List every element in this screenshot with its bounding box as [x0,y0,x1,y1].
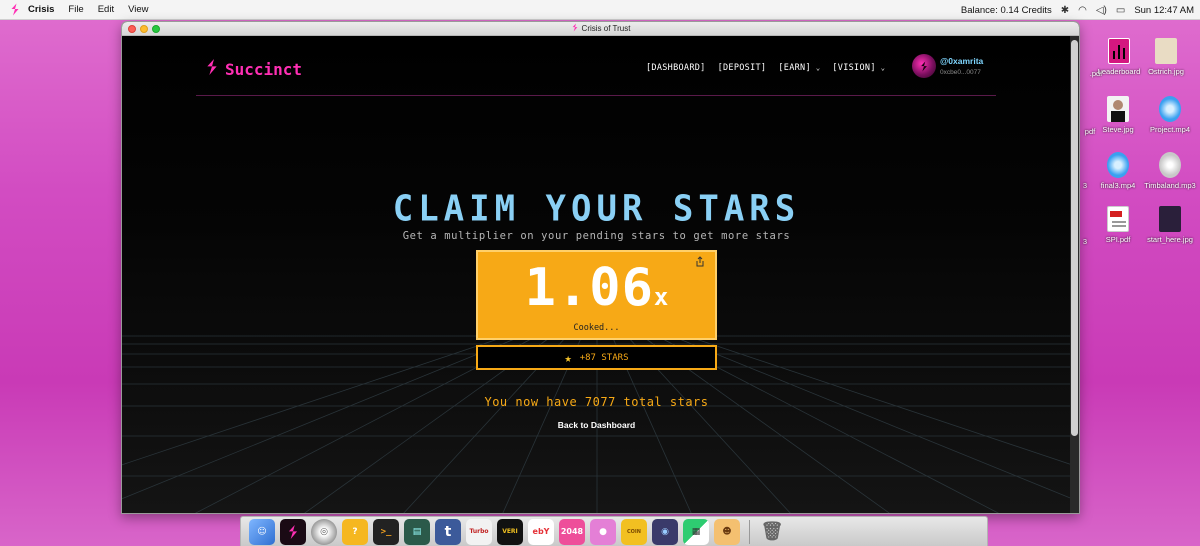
succinct-icon[interactable] [280,518,306,545]
candy-icon[interactable]: ● [590,518,616,545]
window-title: Crisis of Trust [581,24,631,33]
app-window: Crisis of Trust Succinct [DASHBOARD] [DE… [121,21,1080,514]
ebay-icon[interactable]: ebY [528,518,554,545]
multiplier-card: 1.06x Cooked... [476,250,717,340]
window-titlebar[interactable]: Crisis of Trust [122,22,1079,36]
wifi-icon[interactable]: ◠ [1078,5,1087,16]
trash-icon[interactable]: 🗑 [759,519,785,545]
nav-earn[interactable]: [EARN] ⌄ [778,63,820,73]
chevron-down-icon: ⌄ [815,64,821,72]
volume-icon[interactable]: ◁) [1096,5,1107,16]
nav-dashboard[interactable]: [DASHBOARD] [646,63,706,73]
avatar [912,54,936,78]
puzzle-icon[interactable]: ▦ [683,518,709,545]
scrollbar-thumb[interactable] [1071,40,1078,436]
zoom-window-button[interactable] [152,25,160,33]
audio-file-icon [1159,152,1181,178]
desktop-icon-start-here[interactable]: start_here.jpg [1142,206,1198,244]
quicktime-icon [1159,96,1181,122]
battery-icon[interactable]: ▭ [1116,5,1125,16]
menu-edit[interactable]: Edit [98,4,114,15]
desktop-icon-steve[interactable]: Steve.jpg [1090,96,1146,134]
verizon-star-icon[interactable]: VERI [497,518,523,545]
nav-deposit[interactable]: [DEPOSIT] [718,63,767,73]
user-profile[interactable]: @0xamrita 0xcbe0...0077 [912,54,983,78]
menu-file[interactable]: File [68,4,83,15]
scrollbar[interactable] [1070,36,1079,513]
finder-icon[interactable]: ☺ [249,518,275,545]
pdf-file-icon [1107,206,1129,232]
back-to-dashboard-link[interactable]: Back to Dashboard [122,420,1071,430]
image-file-icon [1107,96,1129,122]
chevron-down-icon: ⌄ [880,64,886,72]
multiplier-suffix: x [653,283,669,311]
dock-separator [749,519,750,544]
desktop-icon-spi[interactable]: SPI.pdf [1090,206,1146,244]
page-title: CLAIM YOUR STARS [392,188,801,230]
quicktime-icon [1107,152,1129,178]
desktop-icon-final3[interactable]: final3.mp4 [1090,152,1146,190]
game-icon[interactable]: Turbo [466,518,492,545]
coin-craze-icon[interactable]: COIN [621,518,647,545]
clock[interactable]: Sun 12:47 AM [1134,5,1194,16]
menu-app-name[interactable]: Crisis [28,4,54,15]
brand-name: Succinct [225,59,303,79]
leaderboard-icon [1108,38,1130,64]
web-content: Succinct [DASHBOARD] [DEPOSIT] [EARN] ⌄ [… [122,36,1079,513]
page-subtitle: Get a multiplier on your pending stars t… [402,230,791,242]
bluetooth-icon[interactable]: ✱ [1061,5,1069,16]
menu-view[interactable]: View [128,4,148,15]
network-icon[interactable]: ◎ [311,518,337,545]
minimize-window-button[interactable] [140,25,148,33]
stars-button-label: +87 STARS [579,352,629,363]
monster-icon[interactable]: ◉ [652,518,678,545]
star-icon: ★ [564,350,572,365]
succinct-logo-icon [571,23,579,34]
close-window-button[interactable] [128,25,136,33]
monitor-icon[interactable]: ▤ [404,518,430,545]
desktop-icon-ostrich[interactable]: Ostrich.jpg [1138,38,1194,76]
succinct-logo-icon [204,58,220,80]
tumblr-icon[interactable]: t [435,518,461,545]
balance-text: Balance: 0.14 Credits [960,4,1052,16]
main-nav: [DASHBOARD] [DEPOSIT] [EARN] ⌄ [VISION] ⌄ [646,63,885,73]
multiplier-value: 1.06x [478,258,715,318]
nav-vision[interactable]: [VISION] ⌄ [832,63,885,73]
image-file-icon [1159,206,1181,232]
brand-logo[interactable]: Succinct [204,58,302,80]
desktop-icon-timbaland[interactable]: Timbaland.mp3 [1142,152,1198,190]
wallet-address: 0xcbe0...0077 [940,69,981,76]
apple-menu-icon[interactable] [8,3,22,17]
terminal-icon[interactable]: >_ [373,518,399,545]
2048-icon[interactable]: 2048 [559,518,585,545]
desktop-icon-project[interactable]: Project.mp4 [1142,96,1198,134]
image-file-icon [1155,38,1177,64]
multiplier-number: 1.06 [524,258,654,318]
help-icon[interactable]: ? [342,518,368,545]
total-stars-text: You now have 7077 total stars [484,395,709,409]
dock: ☺ ◎ ? >_ ▤ t Turbo VERI ebY 2048 ● COIN … [240,516,988,546]
menu-bar: Crisis File Edit View Balance: 0.14 Cred… [0,0,1200,20]
stars-button[interactable]: ★ +87 STARS [476,345,717,370]
site-header: Succinct [DASHBOARD] [DEPOSIT] [EARN] ⌄ [… [196,54,996,96]
status-text: Cooked... [573,323,620,333]
pet-icon[interactable]: ☻ [714,518,740,545]
user-handle: @0xamrita [940,56,984,66]
